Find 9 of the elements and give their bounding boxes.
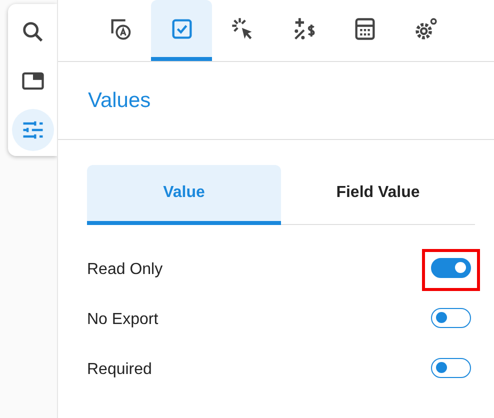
settings-icon: [412, 16, 438, 42]
toggle-switch[interactable]: [431, 258, 471, 278]
tab[interactable]: Field Value: [281, 165, 475, 225]
toggle-label: Read Only: [87, 261, 163, 279]
toggle-switch[interactable]: [431, 308, 471, 328]
toggle-label: Required: [87, 361, 152, 379]
toggle-switch[interactable]: [431, 358, 471, 378]
section-title: Values: [88, 88, 151, 112]
toggle-label: No Export: [87, 311, 158, 329]
